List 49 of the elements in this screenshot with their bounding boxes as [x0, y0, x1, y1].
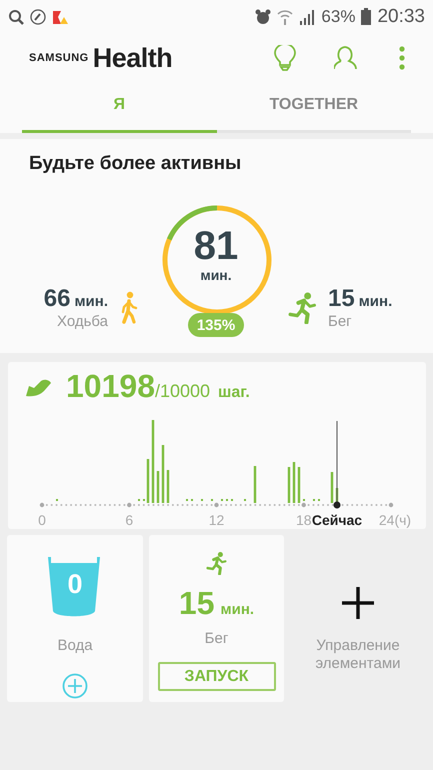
battery-percent: 63% — [321, 6, 356, 26]
plus-icon — [62, 673, 88, 699]
wifi-icon — [277, 8, 294, 24]
tile-card[interactable]: 15 мин. Бег ЗАПУСК — [149, 535, 284, 702]
tile-label: Вода — [57, 637, 93, 655]
activity-label: Ходьба — [56, 313, 108, 330]
activity-label: Бег — [328, 313, 352, 330]
manage-items-label[interactable]: Управление элементами — [308, 637, 408, 673]
minutes-unit: мин. — [74, 293, 108, 310]
water-count: 0 — [66, 569, 84, 600]
signal-icon — [299, 8, 316, 24]
card-title: Будьте более активны — [29, 153, 242, 175]
brand-logo: SAMSUNG — [29, 52, 89, 64]
warning-icon — [52, 8, 69, 24]
axis-label: 12 — [208, 512, 224, 528]
running-icon — [288, 291, 318, 324]
search-icon — [8, 8, 24, 24]
steps-unit: шаг. — [218, 384, 250, 402]
axis-label: 6 — [125, 512, 134, 528]
total-minutes: 81 — [192, 224, 240, 269]
minutes-value: 66 — [44, 285, 70, 312]
clock: 20:33 — [377, 6, 425, 28]
minutes-unit: мин. — [199, 267, 233, 283]
tile-card[interactable]: 0 Вода — [7, 535, 143, 702]
menu-icon[interactable] — [399, 46, 405, 70]
minutes-value: 15 — [328, 285, 355, 312]
running-icon — [206, 551, 228, 575]
cup-icon — [48, 557, 100, 619]
profile-icon[interactable] — [334, 45, 357, 71]
axis-label: 0 — [38, 512, 46, 528]
minutes-unit: мин. — [220, 601, 254, 618]
step-goal: /10000 — [154, 381, 210, 402]
now-label: Сейчас — [312, 512, 362, 528]
battery-icon — [361, 8, 372, 25]
minutes-unit: мин. — [358, 293, 392, 310]
axis-label: 24(ч) — [378, 512, 412, 528]
add-button[interactable] — [62, 673, 88, 699]
step-count: 10198 — [66, 368, 155, 405]
add-icon[interactable] — [342, 587, 374, 619]
axis-label: 18 — [296, 512, 312, 528]
start-button[interactable]: ЗАПУСК — [158, 662, 276, 691]
minutes-value: 15 — [178, 585, 215, 621]
tab[interactable]: Я — [22, 83, 216, 133]
tab[interactable]: TOGETHER — [216, 83, 411, 133]
app-title: Health — [92, 42, 172, 74]
lightbulb-icon[interactable] — [274, 45, 296, 71]
tile-label: Бег — [204, 630, 228, 648]
percent-badge: 135% — [188, 313, 244, 337]
shoe-icon — [24, 378, 52, 397]
